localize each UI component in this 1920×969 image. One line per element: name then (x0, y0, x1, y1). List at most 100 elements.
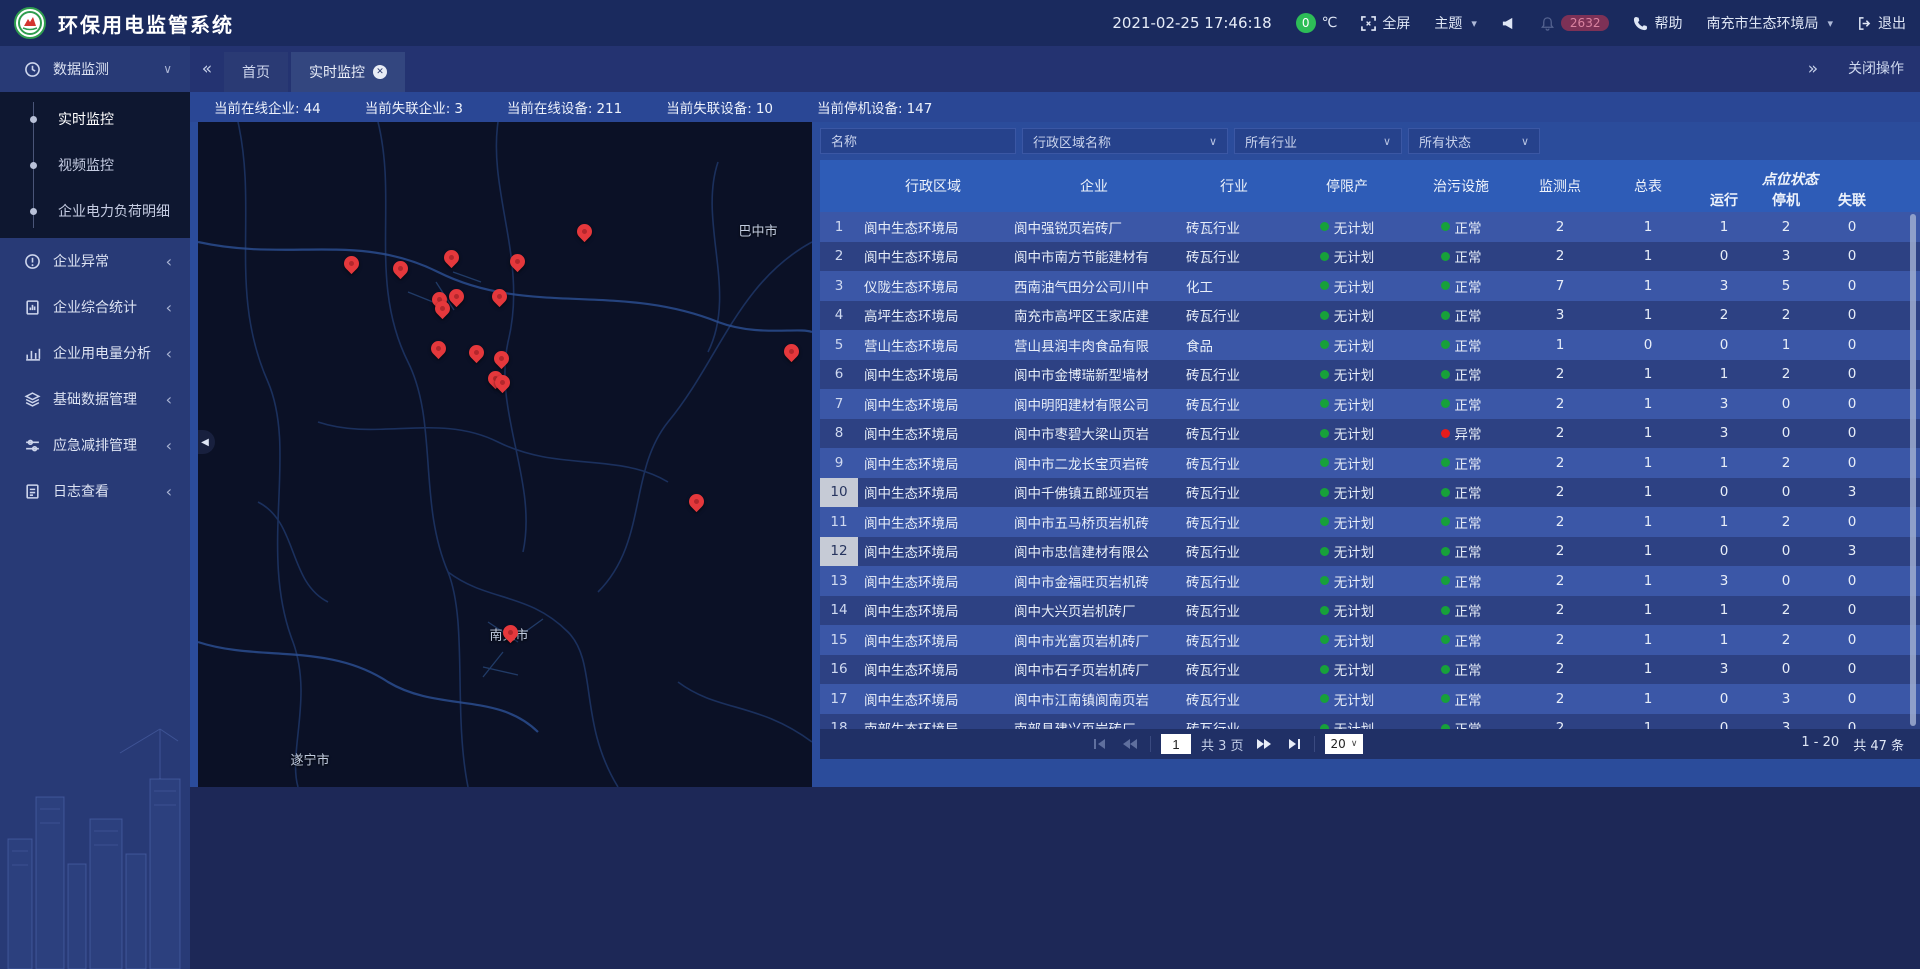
cell-meter: 1 (1604, 419, 1692, 449)
table-row[interactable]: 7 阆中生态环境局 阆中明阳建材有限公司 砖瓦行业 无计划 正常 2 (820, 389, 1920, 419)
cell-halt: 0 (1756, 389, 1816, 419)
table-row[interactable]: 3 仪陇生态环境局 西南油气田分公司川中 化工 无计划 正常 7 (820, 271, 1920, 301)
stat-item: 当前停机设备:147 (817, 97, 932, 117)
cell-stop: 无计划 (1288, 360, 1406, 390)
tabs-scroll-right-button[interactable] (1796, 46, 1830, 92)
logout-button[interactable]: 退出 (1857, 13, 1906, 33)
cell-region: 阆中生态环境局 (858, 655, 1008, 685)
table-row[interactable]: 13 阆中生态环境局 阆中市金福旺页岩机砖 砖瓦行业 无计划 正常 2 (820, 566, 1920, 596)
status-dot (1320, 340, 1329, 349)
fullscreen-button[interactable]: 全屏 (1361, 13, 1410, 33)
sidebar-item-realtime-monitor[interactable]: 实时监控 (0, 96, 190, 142)
cell-points: 7 (1516, 271, 1604, 301)
logout-icon (1857, 16, 1872, 31)
sidebar-item-base-data[interactable]: 基础数据管理 (0, 376, 190, 422)
cell-industry: 砖瓦行业 (1180, 448, 1288, 478)
sidebar-item-power-analysis[interactable]: 企业用电量分析 (0, 330, 190, 376)
first-page-button[interactable] (1090, 734, 1110, 754)
row-index: 6 (820, 360, 858, 390)
tab-realtime-monitor[interactable]: 实时监控 (291, 52, 405, 92)
page-size-select[interactable]: 20 (1325, 734, 1364, 754)
table-row[interactable]: 6 阆中生态环境局 阆中市金博瑞新型墙材 砖瓦行业 无计划 正常 2 (820, 360, 1920, 390)
status-filter-select[interactable]: 所有状态 (1408, 128, 1540, 154)
chevron-left-icon (166, 298, 172, 317)
cell-points: 2 (1516, 242, 1604, 272)
sidebar-item-data-monitor[interactable]: 数据监测 (0, 46, 190, 92)
sidebar-item-logs[interactable]: 日志查看 (0, 468, 190, 514)
tabs-scroll-left-button[interactable] (190, 46, 224, 92)
close-operations-button[interactable]: 关闭操作 (1848, 46, 1904, 92)
table-row[interactable]: 1 阆中生态环境局 阆中强锐页岩砖厂 砖瓦行业 无计划 正常 2 (820, 212, 1920, 242)
sidebar-item-emergency[interactable]: 应急减排管理 (0, 422, 190, 468)
table-scrollbar[interactable] (1910, 214, 1916, 726)
last-page-icon (1287, 738, 1300, 750)
table-row[interactable]: 16 阆中生态环境局 阆中市石子页岩机砖厂 砖瓦行业 无计划 正常 2 (820, 655, 1920, 685)
table-row[interactable]: 2 阆中生态环境局 阆中市南方节能建材有 砖瓦行业 无计划 正常 2 (820, 242, 1920, 272)
table-panel: 行政区域名称 所有行业 所有状态 行政区域 企业 行业 (820, 122, 1920, 787)
org-menu[interactable]: 南充市生态环境局 (1706, 13, 1833, 33)
status-dot (1441, 311, 1450, 320)
col-stop: 停限产 (1288, 160, 1406, 212)
status-dot (1441, 517, 1450, 526)
help-button[interactable]: 帮助 (1633, 13, 1682, 33)
prev-page-button[interactable] (1120, 734, 1140, 754)
cell-region: 阆中生态环境局 (858, 596, 1008, 626)
cell-region: 阆中生态环境局 (858, 448, 1008, 478)
sidebar-item-company-statistics[interactable]: 企业综合统计 (0, 284, 190, 330)
table-row[interactable]: 18 南部生态环境局 南部县建兴页岩砖厂 砖瓦行业 无计划 正常 2 (820, 714, 1920, 730)
cell-meter: 1 (1604, 242, 1692, 272)
sound-button[interactable] (1501, 16, 1516, 31)
industry-filter-select[interactable]: 所有行业 (1234, 128, 1402, 154)
table-row[interactable]: 11 阆中生态环境局 阆中市五马桥页岩机砖 砖瓦行业 无计划 正常 2 (820, 507, 1920, 537)
table-row[interactable]: 14 阆中生态环境局 阆中大兴页岩机砖厂 砖瓦行业 无计划 正常 2 (820, 596, 1920, 626)
map-panel[interactable]: 巴中市 南充市 遂宁市 (198, 122, 812, 787)
table-row[interactable]: 12 阆中生态环境局 阆中市忠信建材有限公 砖瓦行业 无计划 正常 2 (820, 537, 1920, 567)
layers-icon (24, 391, 41, 408)
table-row[interactable]: 4 高坪生态环境局 南充市高坪区王家店建 砖瓦行业 无计划 正常 3 (820, 301, 1920, 331)
sliders-icon (24, 437, 41, 454)
col-company: 企业 (1008, 160, 1180, 212)
datetime: 2021-02-25 17:46:18 (1112, 14, 1271, 32)
sidebar-item-video-monitor[interactable]: 视频监控 (0, 142, 190, 188)
cell-company: 南充市高坪区王家店建 (1008, 301, 1180, 331)
table-row[interactable]: 5 营山生态环境局 营山县润丰肉食品有限 食品 无计划 正常 1 (820, 330, 1920, 360)
cell-stop: 无计划 (1288, 655, 1406, 685)
chevron-left-icon (166, 390, 172, 409)
cell-stop: 无计划 (1288, 301, 1406, 331)
cell-stop: 无计划 (1288, 212, 1406, 242)
next-page-button[interactable] (1254, 734, 1274, 754)
name-filter-input[interactable] (820, 128, 1016, 154)
table-row[interactable]: 9 阆中生态环境局 阆中市二龙长宝页岩砖 砖瓦行业 无计划 正常 2 (820, 448, 1920, 478)
cell-run: 2 (1692, 301, 1756, 331)
tab-home[interactable]: 首页 (224, 52, 288, 92)
status-dot (1441, 458, 1450, 467)
theme-menu[interactable]: 主题 (1434, 13, 1477, 33)
table-header: 行政区域 企业 行业 停限产 治污设施 监测点 总表 点位状态 运行 停机 失联 (820, 160, 1920, 212)
table-row[interactable]: 17 阆中生态环境局 阆中市江南镇阆南页岩 砖瓦行业 无计划 正常 2 (820, 684, 1920, 714)
map-city-label: 巴中市 (738, 221, 777, 240)
close-tab-icon[interactable] (373, 65, 387, 79)
cell-run: 3 (1692, 419, 1756, 449)
table-row[interactable]: 15 阆中生态环境局 阆中市光富页岩机砖厂 砖瓦行业 无计划 正常 2 (820, 625, 1920, 655)
cell-company: 阆中市五马桥页岩机砖 (1008, 507, 1180, 537)
cell-points: 2 (1516, 655, 1604, 685)
cell-stop: 无计划 (1288, 537, 1406, 567)
cell-lost: 0 (1816, 389, 1888, 419)
sidebar-item-company-abnormal[interactable]: 企业异常 (0, 238, 190, 284)
status-dot (1320, 517, 1329, 526)
notifications-button[interactable]: 2632 (1540, 15, 1610, 31)
cell-facility: 正常 (1406, 537, 1516, 567)
sidebar-item-power-load-detail[interactable]: 企业电力负荷明细 (0, 188, 190, 234)
region-filter-select[interactable]: 行政区域名称 (1022, 128, 1228, 154)
status-dot (1320, 458, 1329, 467)
cell-company: 西南油气田分公司川中 (1008, 271, 1180, 301)
cell-points: 2 (1516, 625, 1604, 655)
cell-industry: 砖瓦行业 (1180, 507, 1288, 537)
table-row[interactable]: 8 阆中生态环境局 阆中市枣碧大梁山页岩 砖瓦行业 无计划 异常 2 (820, 419, 1920, 449)
table-row[interactable]: 10 阆中生态环境局 阆中千佛镇五郎垭页岩 砖瓦行业 无计划 正常 2 (820, 478, 1920, 508)
page-input[interactable] (1161, 734, 1191, 754)
cell-meter: 1 (1604, 684, 1692, 714)
chevron-left-icon (166, 436, 172, 455)
last-page-button[interactable] (1284, 734, 1304, 754)
col-run: 运行 (1692, 190, 1756, 212)
